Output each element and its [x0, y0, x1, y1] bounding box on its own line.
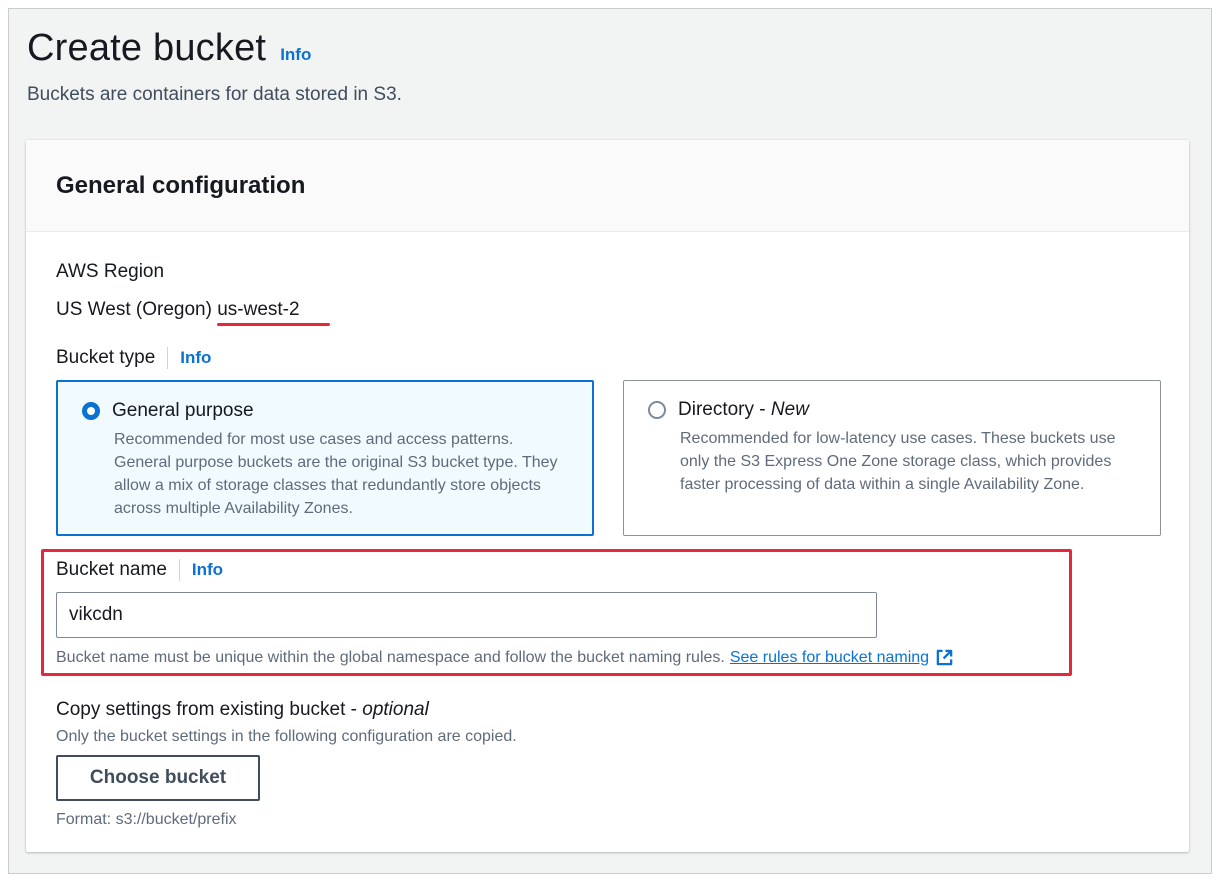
tile-title: General purpose	[112, 400, 254, 421]
bucket-type-info-link[interactable]: Info	[180, 348, 211, 368]
radio-unselected-icon[interactable]	[648, 401, 666, 419]
external-link-icon	[936, 649, 953, 666]
new-tag: New	[770, 399, 809, 420]
optional-tag: optional	[362, 699, 429, 720]
tile-directory[interactable]: Directory - New Recommended for low-late…	[623, 380, 1161, 536]
naming-rules-link[interactable]: See rules for bucket naming	[730, 648, 954, 667]
region-value: US West (Oregon) us-west-2	[56, 299, 300, 321]
page-title: Create bucket	[27, 27, 267, 69]
tile-general-purpose[interactable]: General purpose Recommended for most use…	[56, 380, 594, 536]
tile-head: General purpose	[82, 400, 568, 422]
bucket-name-info-link[interactable]: Info	[192, 560, 223, 580]
bucket-name-label: Bucket name	[56, 559, 167, 580]
region-name: US West (Oregon)	[56, 299, 212, 320]
title-info-link[interactable]: Info	[280, 45, 311, 65]
page-title-row: Create bucket Info	[27, 27, 311, 70]
general-configuration-panel: General configuration AWS Region US West…	[26, 140, 1189, 852]
format-hint: Format: s3://bucket/prefix	[56, 811, 237, 828]
annotation-underline	[217, 323, 330, 326]
choose-bucket-button[interactable]: Choose bucket	[56, 755, 260, 801]
region-label: AWS Region	[56, 261, 165, 282]
bucket-type-label-row: Bucket type Info	[56, 347, 211, 369]
naming-rules-link-label: See rules for bucket naming	[729, 648, 930, 666]
tile-head: Directory - New	[648, 399, 1136, 421]
radio-selected-icon[interactable]	[82, 402, 100, 420]
tile-description: Recommended for low-latency use cases. T…	[680, 430, 1116, 493]
constraint-text: Bucket name must be unique within the gl…	[56, 648, 725, 666]
bucket-name-constraint: Bucket name must be unique within the gl…	[56, 648, 954, 667]
bucket-type-label: Bucket type	[56, 347, 156, 368]
tile-title: Directory - New	[678, 399, 809, 420]
label-divider	[167, 347, 169, 369]
label-divider	[178, 559, 180, 581]
panel-header: General configuration	[26, 140, 1189, 232]
panel-title: General configuration	[56, 171, 306, 199]
copy-settings-label: Copy settings from existing bucket - opt…	[56, 699, 429, 720]
region-code: us-west-2	[217, 299, 300, 320]
page-description: Buckets are containers for data stored i…	[27, 84, 402, 105]
screenshot-frame: Create bucket Info Buckets are container…	[8, 8, 1212, 874]
tile-description: Recommended for most use cases and acces…	[114, 431, 558, 517]
bucket-name-input[interactable]	[56, 592, 877, 638]
bucket-name-label-row: Bucket name Info	[56, 559, 223, 581]
copy-settings-description: Only the bucket settings in the followin…	[56, 728, 517, 745]
